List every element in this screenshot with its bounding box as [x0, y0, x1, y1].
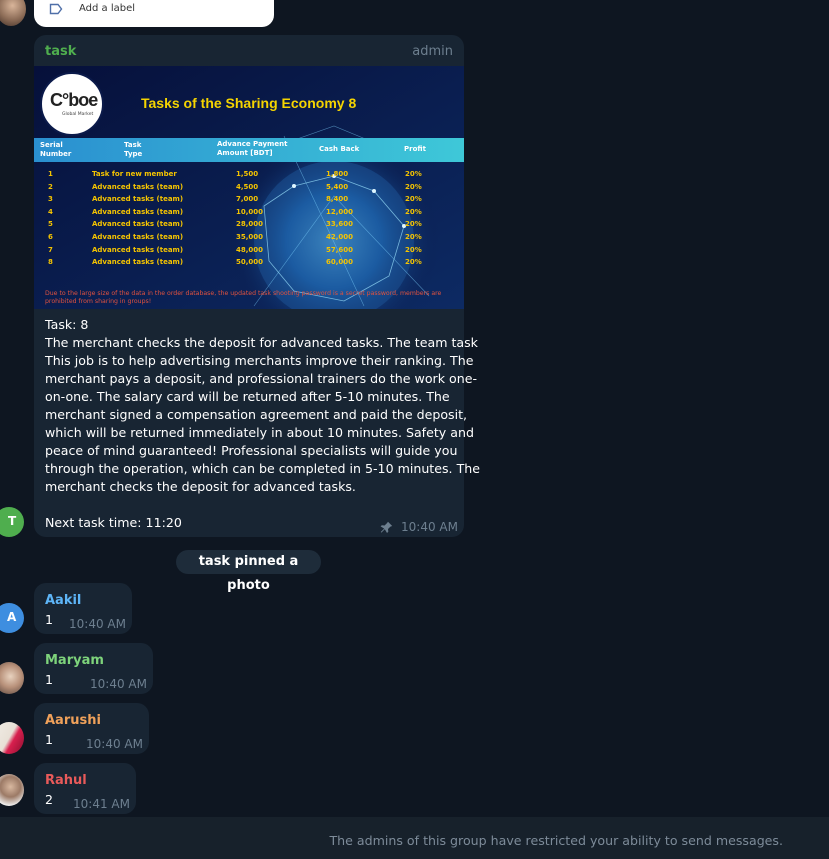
- avatar-top[interactable]: [0, 0, 26, 26]
- task-table-cell: 20%: [405, 207, 422, 216]
- avatar-task[interactable]: T: [0, 507, 24, 537]
- system-message: task pinned a photo: [176, 550, 321, 593]
- task-table-cell: 28,000: [236, 220, 264, 229]
- add-label-option[interactable]: Add a label: [79, 3, 135, 14]
- message-time: 10:40 AM: [86, 737, 143, 751]
- task-table-cell: 50,000: [236, 258, 264, 267]
- task-message-line: This job is to help advertising merchant…: [45, 353, 474, 368]
- banner-footnote: Due to the large size of the data in the…: [45, 290, 442, 305]
- task-table-cell: Advanced tasks (team): [92, 207, 184, 216]
- cboe-logo: C°boe Global Market: [40, 72, 104, 136]
- message-text: 2: [45, 792, 54, 807]
- avatar-aakil[interactable]: A: [0, 603, 24, 633]
- task-table-cell: 3: [48, 195, 53, 204]
- message-time: 10:40 AM: [90, 677, 147, 691]
- task-table-cell: 20%: [405, 182, 422, 191]
- task-message-line: through the operation, which can be comp…: [45, 461, 480, 476]
- task-table-cell: 5,400: [326, 182, 349, 191]
- task-message-line: merchant signed a compensation agreement…: [45, 407, 468, 422]
- message-time: 10:41 AM: [73, 797, 130, 811]
- message-sender[interactable]: task: [45, 44, 76, 59]
- task-table-cell: 12,000: [326, 207, 354, 216]
- task-message-line: merchant pays a deposit, and professiona…: [45, 371, 477, 386]
- header-task-type: Task Type: [124, 141, 143, 158]
- pin-icon: [380, 519, 393, 538]
- message-text: 1: [45, 672, 54, 687]
- task-table-cell: Advanced tasks (team): [92, 233, 184, 241]
- banner-title: Tasks of the Sharing Economy 8: [141, 95, 357, 111]
- task-table-cell: 20%: [405, 220, 422, 229]
- restricted-notice: The admins of this group have restricted…: [329, 833, 783, 848]
- task-message-line: which will be returned immediately in ab…: [45, 425, 474, 440]
- label-tag-icon: [49, 0, 63, 19]
- task-table-cell: 42,000: [326, 233, 354, 241]
- task-table-cell: 33,600: [326, 220, 354, 229]
- task-message-line: merchant checks the deposit for advanced…: [45, 479, 356, 494]
- avatar-aarushi[interactable]: [0, 722, 24, 754]
- task-table-cell: 48,000: [236, 245, 264, 254]
- avatar-rahul[interactable]: [0, 774, 24, 806]
- task-table-cell: Advanced tasks (team): [92, 195, 184, 204]
- task-table-cell: Task for new member: [92, 170, 177, 178]
- task-table-cell: 1,500: [236, 170, 259, 178]
- message-time: 10:40 AM: [69, 617, 126, 631]
- task-table-cell: 4,500: [236, 182, 259, 191]
- task-table-cell: 20%: [405, 170, 422, 178]
- message-sender[interactable]: Maryam: [45, 653, 104, 668]
- task-table-cell: 20%: [405, 245, 422, 254]
- task-message-line: Next task time: 11:20: [45, 515, 182, 530]
- task-table-cell: 7,000: [236, 195, 259, 204]
- task-message-line: on-one. The salary card will be returned…: [45, 389, 450, 404]
- task-table-cell: 20%: [405, 195, 422, 204]
- task-table-cell: 7: [48, 245, 53, 254]
- header-serial: Serial Number: [40, 141, 72, 158]
- message-time: 10:40 AM: [401, 520, 458, 534]
- task-banner-image[interactable]: C°boe Global Market Tasks of the Sharing…: [34, 66, 464, 309]
- message-sender[interactable]: Aarushi: [45, 713, 101, 728]
- task-message-line: peace of mind guaranteed! Professional s…: [45, 443, 458, 458]
- task-table-cell: 57,600: [326, 245, 354, 254]
- label-popup: Add a label: [34, 0, 274, 27]
- task-message-line: The merchant checks the deposit for adva…: [45, 335, 478, 350]
- task-table-cell: 8: [48, 258, 53, 267]
- task-table-cell: 10,000: [236, 207, 264, 216]
- header-cashback: Cash Back: [319, 145, 360, 153]
- task-message-line: Task: 8: [45, 317, 89, 332]
- message-text: 1: [45, 732, 54, 747]
- header-profit: Profit: [404, 145, 426, 153]
- task-table-cell: 8,400: [326, 195, 349, 204]
- task-table-cell: 6: [48, 233, 53, 241]
- avatar-maryam[interactable]: [0, 662, 24, 694]
- task-table-cell: 1: [48, 170, 53, 178]
- task-table-cell: Advanced tasks (team): [92, 182, 184, 191]
- message-text: 1: [45, 612, 54, 627]
- message-sender[interactable]: Rahul: [45, 773, 87, 788]
- header-advance: Advance Payment Amount [BDT]: [217, 140, 288, 157]
- task-table-cell: 5: [48, 220, 53, 229]
- task-table-cell: 4: [48, 207, 53, 216]
- restricted-footer: The admins of this group have restricted…: [0, 817, 829, 859]
- task-table-cell: 20%: [405, 233, 422, 241]
- task-table-cell: 20%: [405, 258, 422, 267]
- task-message-text: Task: 8 The merchant checks the deposit f…: [45, 316, 480, 532]
- task-table-cell: Advanced tasks (team): [92, 258, 184, 267]
- task-table-cell: 35,000: [236, 233, 264, 241]
- task-table-cell: 60,000: [326, 258, 354, 267]
- admin-badge: admin: [412, 44, 453, 59]
- task-table-cell: Advanced tasks (team): [92, 245, 184, 254]
- task-table-cell: Advanced tasks (team): [92, 220, 184, 229]
- task-table-cell: 2: [48, 182, 53, 191]
- task-message-line: [45, 496, 457, 514]
- task-table-cell: 1,800: [326, 170, 349, 178]
- message-sender[interactable]: Aakil: [45, 593, 81, 608]
